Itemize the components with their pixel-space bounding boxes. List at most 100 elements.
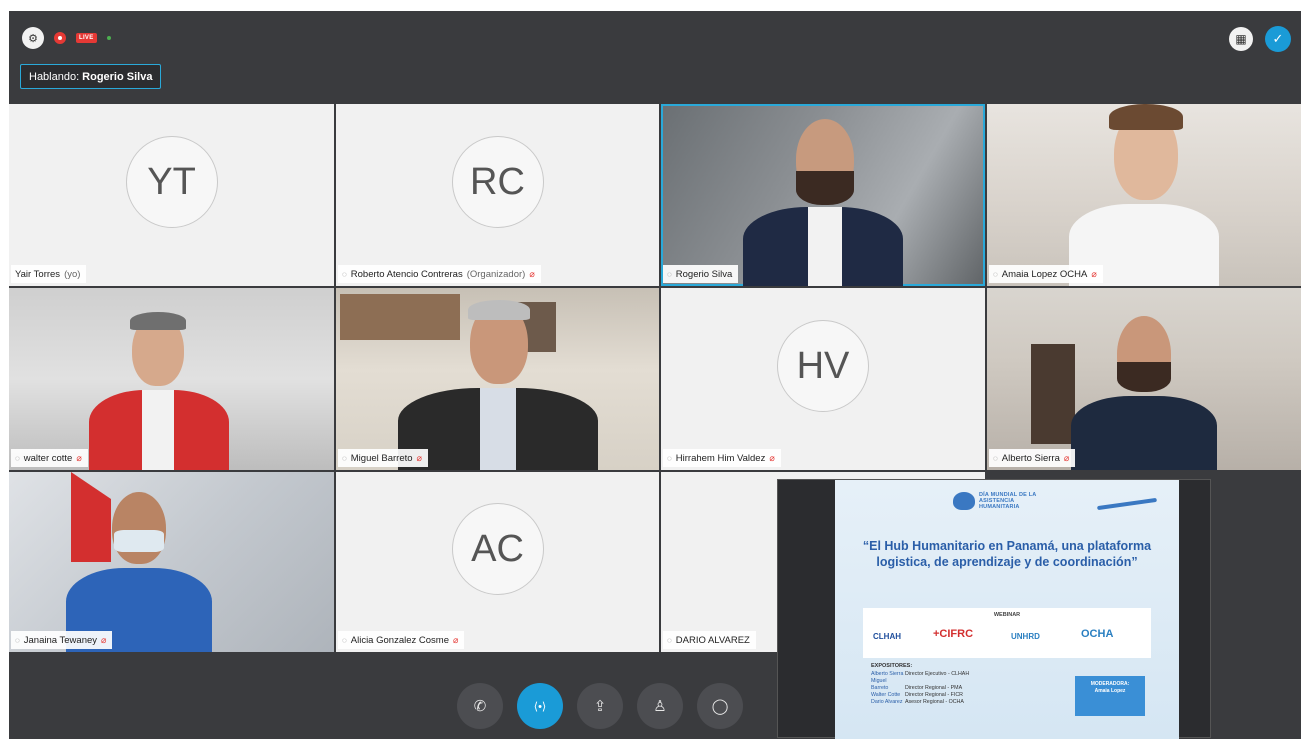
participant-name: Hirrahem Him Valdez (675, 452, 766, 464)
video-feed (397, 300, 598, 470)
name-tag: ◌ DARIO ALVAREZ (663, 631, 756, 649)
participants-icon[interactable]: ♙ (637, 683, 683, 729)
connection-indicator (106, 36, 111, 40)
heart-logo-icon (953, 492, 975, 510)
name-tag: Yair Torres (yo) (11, 265, 87, 283)
meeting-stage: ⚙ LIVE Hablando: Rogerio Silva ▦ ✓ YT Ya… (9, 11, 1301, 739)
partner-logo: OCHA (1081, 628, 1114, 640)
participant-tile[interactable]: AC ◌ Alicia Gonzalez Cosme ⌀ (336, 472, 659, 652)
muted-mic-icon: ⌀ (452, 634, 459, 645)
moderator-name: Amaia Lopez (1094, 687, 1126, 694)
participant-tile-video[interactable]: ◌ walter cotte ⌀ (9, 288, 334, 470)
bluetooth-icon[interactable]: ⟨•⟩ (517, 683, 563, 729)
call-controls: ✆ ⟨•⟩ ⇪ ♙ ◯ (457, 683, 743, 729)
share-icon[interactable]: ⇪ (577, 683, 623, 729)
participant-tile-video[interactable]: ◌ Rogerio Silva (661, 104, 985, 286)
video-feed (1059, 104, 1229, 286)
name-tag: ◌ Alicia Gonzalez Cosme ⌀ (338, 631, 465, 649)
participant-role: (Organizador) (466, 268, 526, 280)
partner-logo: CLHAH (873, 632, 901, 641)
participant-tile[interactable]: RC ◌ Roberto Atencio Contreras (Organiza… (336, 104, 659, 286)
name-tag: ◌ Roberto Atencio Contreras (Organizador… (338, 265, 541, 283)
participant-name: Amaia Lopez OCHA (1001, 268, 1088, 280)
muted-mic-icon: ⌀ (769, 452, 775, 463)
active-speaker-indicator: Hablando: Rogerio Silva (20, 64, 162, 89)
participant-name: Janaina Tewaney (23, 634, 98, 646)
participant-tile[interactable]: YT Yair Torres (yo) (9, 104, 334, 286)
expositor-row: Alberto Sierra Director Ejecutivo - CLHAH (871, 671, 970, 677)
partner-logos: WEBINAR CLHAH +CIFRC UNHRD OCHA (863, 608, 1151, 658)
muted-mic-icon: ⌀ (101, 634, 107, 645)
shared-content-window[interactable]: DÍA MUNDIAL DE LA ASISTENCIA HUMANITARIA… (777, 479, 1211, 739)
speaking-name: Rogerio Silva (82, 70, 153, 83)
participant-name: walter cotte (23, 452, 73, 464)
moderator-box: MODERADORA: Amaia Lopez (1075, 676, 1145, 716)
participant-name: Miguel Barreto (350, 452, 413, 464)
decorative-swoosh (1097, 497, 1157, 511)
expositores-label: EXPOSITORES: (871, 663, 913, 669)
video-feed (1059, 316, 1229, 470)
name-tag: ◌ Miguel Barreto ⌀ (338, 449, 428, 467)
name-tag: ◌ walter cotte ⌀ (11, 449, 88, 467)
participant-name: Rogerio Silva (675, 268, 733, 280)
chat-icon[interactable]: ◯ (697, 683, 743, 729)
video-feed (74, 312, 244, 470)
muted-mic-icon: ⌀ (1091, 268, 1097, 279)
participant-tile-video[interactable]: ◌ Alberto Sierra ⌀ (987, 288, 1301, 470)
participant-tile[interactable]: HV ◌ Hirrahem Him Valdez ⌀ (661, 288, 985, 470)
microphone-icon: ◌ (667, 453, 672, 463)
name-tag: ◌ Janaina Tewaney ⌀ (11, 631, 113, 649)
muted-mic-icon: ⌀ (416, 452, 422, 463)
presentation-slide: DÍA MUNDIAL DE LA ASISTENCIA HUMANITARIA… (835, 480, 1179, 739)
partner-logo: UNHRD (1011, 632, 1040, 641)
speaking-label: Hablando: (29, 70, 80, 83)
expositores-list: Alberto Sierra Director Ejecutivo - CLHAH… (871, 671, 969, 706)
microphone-icon: ◌ (15, 635, 20, 645)
participant-name: Alberto Sierra (1001, 452, 1060, 464)
logo-text: DÍA MUNDIAL DE LA ASISTENCIA HUMANITARIA (979, 492, 1037, 510)
microphone-icon: ◌ (667, 269, 672, 279)
microphone-icon: ◌ (15, 453, 20, 463)
microphone-icon: ◌ (342, 453, 347, 463)
participant-role: (yo) (64, 268, 81, 280)
participant-tile-video[interactable]: ◌ Amaia Lopez OCHA ⌀ (987, 104, 1301, 286)
name-tag: ◌ Rogerio Silva (663, 265, 739, 283)
video-feed (738, 119, 908, 286)
avatar: RC (451, 136, 544, 229)
microphone-icon: ◌ (993, 453, 998, 463)
participant-name: Alicia Gonzalez Cosme (350, 634, 449, 646)
microphone-icon: ◌ (667, 635, 672, 645)
phone-icon[interactable]: ✆ (457, 683, 503, 729)
participant-name: Roberto Atencio Contreras (350, 268, 463, 280)
expositor-row: Walter Cotte Director Regional - FICR (871, 692, 963, 698)
avatar: AC (451, 503, 544, 596)
live-badge: LIVE (76, 33, 97, 43)
name-tag: ◌ Amaia Lopez OCHA ⌀ (989, 265, 1103, 283)
participant-name: Yair Torres (15, 268, 61, 280)
top-right-controls: ▦ ✓ (1229, 26, 1291, 52)
participant-tile-video[interactable]: ◌ Miguel Barreto ⌀ (336, 288, 659, 470)
expositor-row: Dario Alvarez Asesor Regional - OCHA (871, 699, 964, 705)
webinar-label: WEBINAR (993, 612, 1021, 618)
top-left-controls: ⚙ LIVE (22, 27, 111, 49)
partner-logo: +CIFRC (933, 628, 974, 640)
name-tag: ◌ Alberto Sierra ⌀ (989, 449, 1076, 467)
participant-name: DARIO ALVAREZ (675, 634, 750, 646)
expositor-row: Miguel Barreto Director Regional - PMA (871, 678, 963, 691)
layout-icon[interactable]: ▦ (1229, 27, 1253, 51)
check-icon[interactable]: ✓ (1265, 26, 1291, 52)
participant-tile-video[interactable]: ◌ Janaina Tewaney ⌀ (9, 472, 334, 652)
avatar: YT (125, 136, 218, 229)
name-tag: ◌ Hirrahem Him Valdez ⌀ (663, 449, 781, 467)
avatar: HV (777, 320, 869, 413)
settings-icon[interactable]: ⚙ (22, 27, 44, 49)
microphone-icon: ◌ (342, 635, 347, 645)
video-feed (54, 492, 224, 652)
record-icon[interactable] (54, 32, 66, 44)
app-window: ⚙ LIVE Hablando: Rogerio Silva ▦ ✓ YT Ya… (0, 0, 1301, 739)
muted-mic-icon: ⌀ (76, 452, 82, 463)
muted-mic-icon: ⌀ (529, 268, 535, 279)
microphone-icon: ◌ (342, 269, 347, 279)
muted-mic-icon: ⌀ (1063, 452, 1070, 463)
slide-title: “El Hub Humanitario en Panamá, una plata… (862, 539, 1152, 569)
